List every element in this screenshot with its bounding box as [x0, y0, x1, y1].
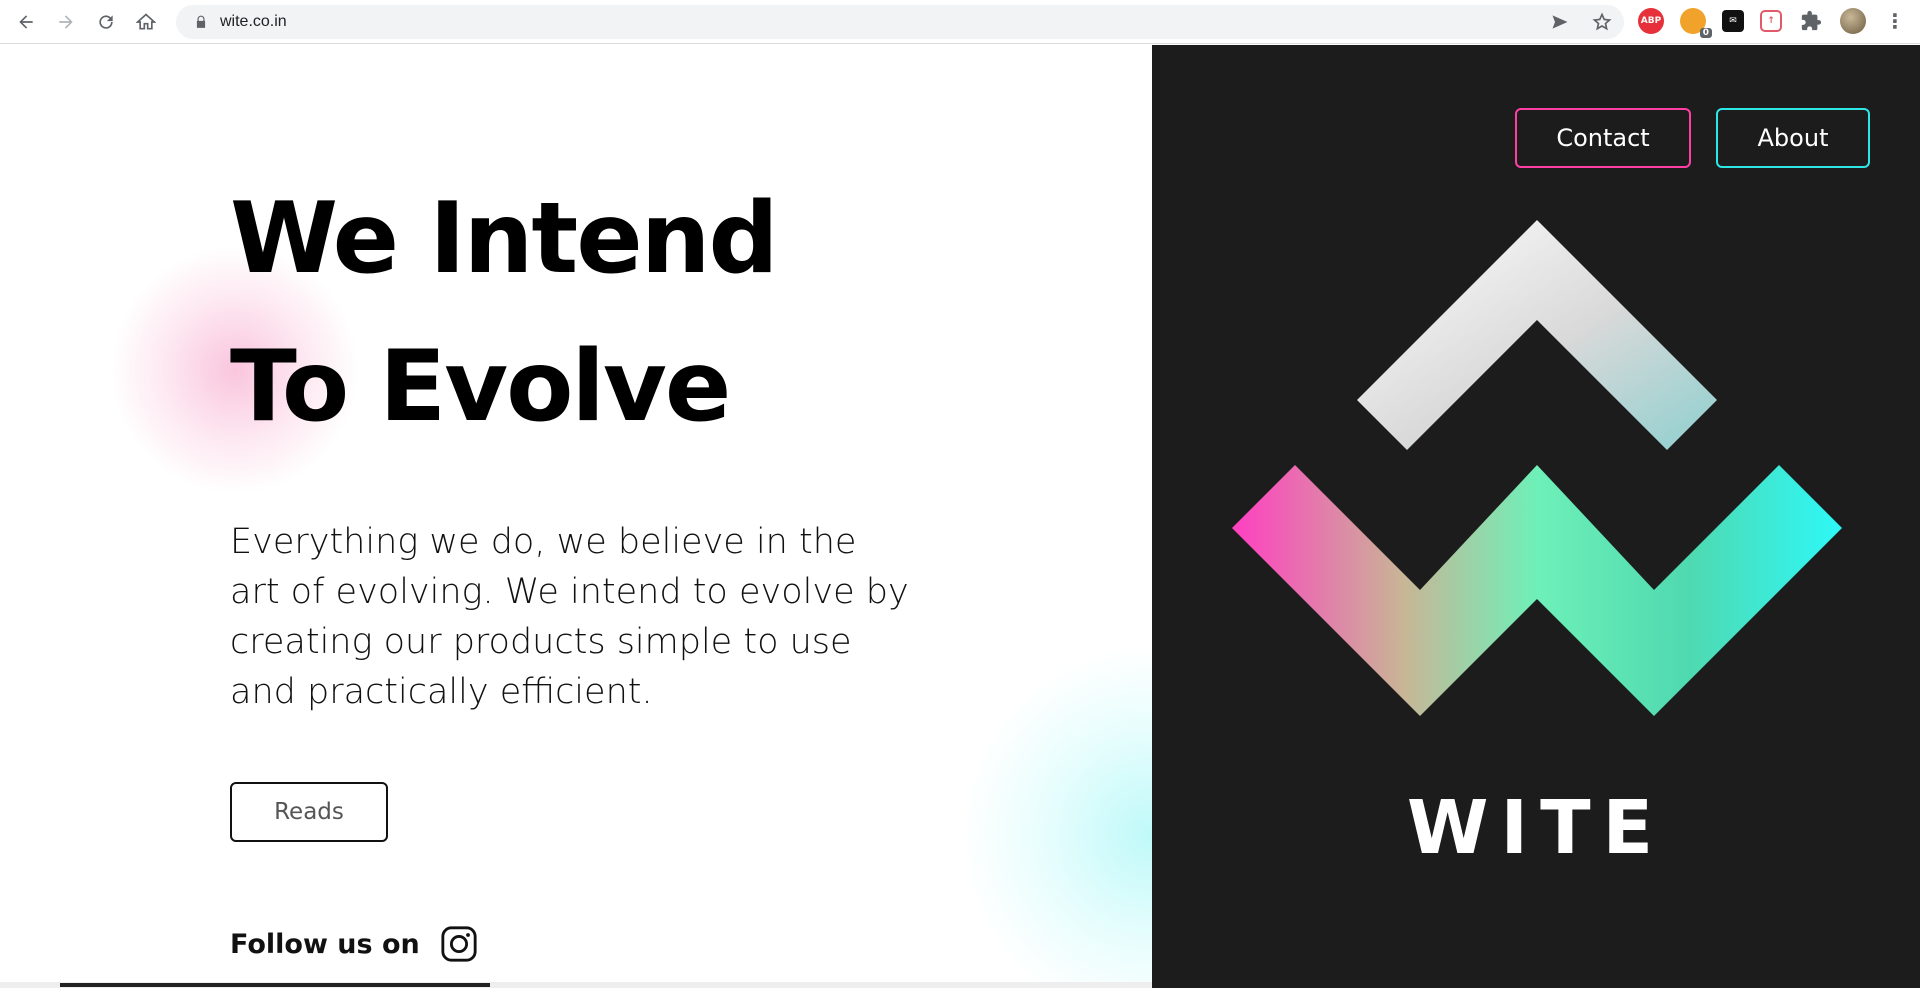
contact-button[interactable]: Contact [1515, 108, 1691, 168]
follow-label: Follow us on [230, 928, 420, 960]
brand-wordmark: WITE [1406, 785, 1666, 871]
profile-avatar[interactable] [1840, 8, 1866, 34]
back-button[interactable] [6, 2, 46, 42]
cyan-glow-decoration [960, 645, 1152, 988]
adblock-extension-icon[interactable]: ABP [1638, 8, 1664, 34]
horizontal-scrollbar-thumb[interactable] [60, 983, 490, 987]
upload-extension-icon[interactable]: ↑ [1760, 10, 1782, 32]
extensions-area: ABP 0 ✉ ↑ ⋮ [1638, 8, 1908, 38]
wite-logo-icon [1232, 220, 1842, 716]
home-icon [136, 12, 156, 29]
extension-badge: 0 [1699, 28, 1712, 38]
reload-button[interactable] [86, 2, 126, 42]
home-button[interactable] [126, 2, 166, 42]
forward-button[interactable] [46, 2, 86, 42]
headline-line-1: We Intend [230, 182, 779, 296]
headline-line-2: To Evolve [230, 330, 731, 444]
star-icon[interactable] [1592, 12, 1612, 32]
lock-icon [196, 15, 206, 28]
follow-us: Follow us on [230, 925, 478, 963]
puzzle-icon[interactable] [1798, 8, 1824, 34]
send-icon[interactable] [1550, 12, 1570, 32]
menu-icon[interactable]: ⋮ [1882, 8, 1908, 34]
instagram-icon[interactable] [440, 925, 478, 963]
address-bar[interactable]: wite.co.in [176, 5, 1624, 39]
back-icon [19, 14, 33, 29]
brand-panel: Contact About WITE [1152, 45, 1920, 988]
reload-icon [99, 14, 113, 29]
mail-extension-icon[interactable]: ✉ [1722, 10, 1744, 32]
page-title: We Intend To Evolve [230, 165, 779, 461]
hero-description: Everything we do, we believe in the art … [230, 522, 909, 712]
reads-button[interactable]: Reads [230, 782, 388, 842]
hero-section: We Intend To Evolve Everything we do, we… [0, 45, 1152, 988]
browser-toolbar: wite.co.in ABP 0 ✉ ↑ ⋮ [0, 0, 1920, 44]
url-text: wite.co.in [220, 13, 287, 30]
feed-extension-icon[interactable]: 0 [1680, 8, 1712, 38]
about-button[interactable]: About [1716, 108, 1870, 168]
forward-icon [59, 14, 73, 29]
